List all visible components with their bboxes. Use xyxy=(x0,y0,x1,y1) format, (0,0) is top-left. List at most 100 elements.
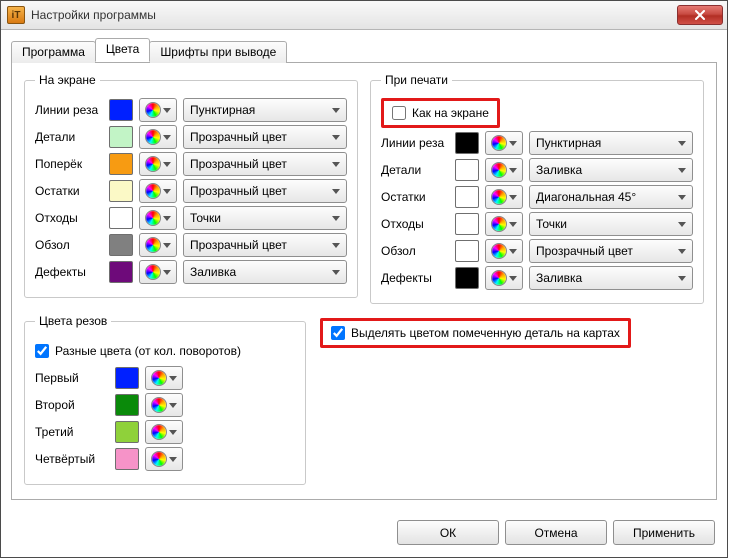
tab-colors[interactable]: Цвета xyxy=(95,38,150,62)
color-row: Отходы Точки xyxy=(381,212,693,236)
chevron-down-icon xyxy=(163,189,171,194)
style-dropdown[interactable]: Прозрачный цвет xyxy=(183,233,347,257)
checkbox-highlight-detail[interactable]: Выделять цветом помеченную деталь на кар… xyxy=(331,326,620,340)
group-cut-colors: Цвета резов Разные цвета (от кол. поворо… xyxy=(24,314,306,485)
color-swatch xyxy=(109,99,133,121)
color-picker-button[interactable] xyxy=(139,260,177,284)
row-label: Четвёртый xyxy=(35,452,109,466)
group-screen: На экране Линии реза Пунктирная Детали Проз… xyxy=(24,73,358,298)
color-picker-button[interactable] xyxy=(139,125,177,149)
color-picker-button[interactable] xyxy=(139,206,177,230)
apply-button[interactable]: Применить xyxy=(613,520,715,545)
color-wheel-icon xyxy=(145,102,161,118)
app-icon: iT xyxy=(7,6,25,24)
color-row: Детали Прозрачный цвет xyxy=(35,125,347,149)
row-label: Обзол xyxy=(35,238,103,252)
color-picker-button[interactable] xyxy=(139,179,177,203)
dropdown-value: Прозрачный цвет xyxy=(190,157,287,171)
button-label: Применить xyxy=(633,526,695,540)
close-button[interactable] xyxy=(677,5,723,25)
style-dropdown[interactable]: Точки xyxy=(183,206,347,230)
style-dropdown[interactable]: Точки xyxy=(529,212,693,236)
tabstrip: Программа Цвета Шрифты при выводе xyxy=(11,38,717,62)
color-picker-button[interactable] xyxy=(485,131,523,155)
checkbox-diff-colors-input[interactable] xyxy=(35,344,49,358)
color-picker-button[interactable] xyxy=(485,185,523,209)
color-wheel-icon xyxy=(145,183,161,199)
chevron-down-icon xyxy=(163,216,171,221)
row-label: Детали xyxy=(35,130,103,144)
color-picker-button[interactable] xyxy=(139,233,177,257)
row-label: Третий xyxy=(35,425,109,439)
button-label: ОК xyxy=(440,526,456,540)
dropdown-value: Заливка xyxy=(190,265,236,279)
dropdown-value: Пунктирная xyxy=(190,103,255,117)
chevron-down-icon xyxy=(509,222,517,227)
color-row: ОстаткиДиагональная 45° xyxy=(381,185,693,209)
color-row: ДефектыЗаливка xyxy=(35,260,347,284)
color-wheel-icon xyxy=(145,264,161,280)
color-swatch xyxy=(109,207,133,229)
chevron-down-icon xyxy=(509,168,517,173)
dropdown-value: Заливка xyxy=(536,271,582,285)
titlebar: iT Настройки программы xyxy=(1,1,727,30)
color-wheel-icon xyxy=(145,237,161,253)
row-label: Линии реза xyxy=(35,103,103,117)
group-screen-title: На экране xyxy=(35,73,100,87)
style-dropdown[interactable]: Заливка xyxy=(529,158,693,182)
checkbox-same-as-screen[interactable]: Как на экране xyxy=(392,106,489,120)
dialog-body: Программа Цвета Шрифты при выводе На экр… xyxy=(1,30,727,510)
color-row: Четвёртый xyxy=(35,447,295,471)
color-picker-button[interactable] xyxy=(145,420,183,444)
row-label: Отходы xyxy=(35,211,103,225)
checkbox-diff-colors[interactable]: Разные цвета (от кол. поворотов) xyxy=(35,344,241,358)
chevron-down-icon xyxy=(163,135,171,140)
color-picker-button[interactable] xyxy=(485,158,523,182)
style-dropdown[interactable]: Пунктирная xyxy=(529,131,693,155)
color-wheel-icon xyxy=(491,216,507,232)
color-wheel-icon xyxy=(145,129,161,145)
color-swatch xyxy=(109,234,133,256)
chevron-down-icon xyxy=(163,108,171,113)
ok-button[interactable]: ОК xyxy=(397,520,499,545)
style-dropdown[interactable]: Заливка xyxy=(529,266,693,290)
row-label: Отходы xyxy=(381,217,449,231)
color-row: Обзол Прозрачный цвет xyxy=(381,239,693,263)
chevron-down-icon xyxy=(169,430,177,435)
checkbox-highlight-detail-input[interactable] xyxy=(331,326,345,340)
style-dropdown[interactable]: Заливка xyxy=(183,260,347,284)
color-swatch xyxy=(109,153,133,175)
row-label: Обзол xyxy=(381,244,449,258)
color-swatch xyxy=(109,126,133,148)
color-picker-button[interactable] xyxy=(485,212,523,236)
window-title: Настройки программы xyxy=(31,8,677,22)
highlight-box-mark-detail: Выделять цветом помеченную деталь на кар… xyxy=(320,318,631,348)
style-dropdown[interactable]: Прозрачный цвет xyxy=(183,125,347,149)
color-row: Второй xyxy=(35,393,295,417)
style-dropdown[interactable]: Прозрачный цвет xyxy=(183,179,347,203)
color-picker-button[interactable] xyxy=(139,98,177,122)
row-label: Второй xyxy=(35,398,109,412)
style-dropdown[interactable]: Прозрачный цвет xyxy=(183,152,347,176)
color-picker-button[interactable] xyxy=(145,366,183,390)
color-picker-button[interactable] xyxy=(485,266,523,290)
chevron-down-icon xyxy=(163,162,171,167)
style-dropdown[interactable]: Пунктирная xyxy=(183,98,347,122)
color-picker-button[interactable] xyxy=(139,152,177,176)
color-picker-button[interactable] xyxy=(145,393,183,417)
dropdown-value: Заливка xyxy=(536,163,582,177)
row-label: Поперёк xyxy=(35,157,103,171)
tab-program[interactable]: Программа xyxy=(11,41,96,63)
row-label: Дефекты xyxy=(381,271,449,285)
color-picker-button[interactable] xyxy=(145,447,183,471)
row-label: Первый xyxy=(35,371,109,385)
cancel-button[interactable]: Отмена xyxy=(505,520,607,545)
style-dropdown[interactable]: Диагональная 45° xyxy=(529,185,693,209)
color-picker-button[interactable] xyxy=(485,239,523,263)
tab-fonts[interactable]: Шрифты при выводе xyxy=(149,41,287,63)
checkbox-label: Выделять цветом помеченную деталь на кар… xyxy=(351,326,620,340)
style-dropdown[interactable]: Прозрачный цвет xyxy=(529,239,693,263)
color-wheel-icon xyxy=(145,156,161,172)
checkbox-same-as-screen-input[interactable] xyxy=(392,106,406,120)
dropdown-value: Пунктирная xyxy=(536,136,601,150)
